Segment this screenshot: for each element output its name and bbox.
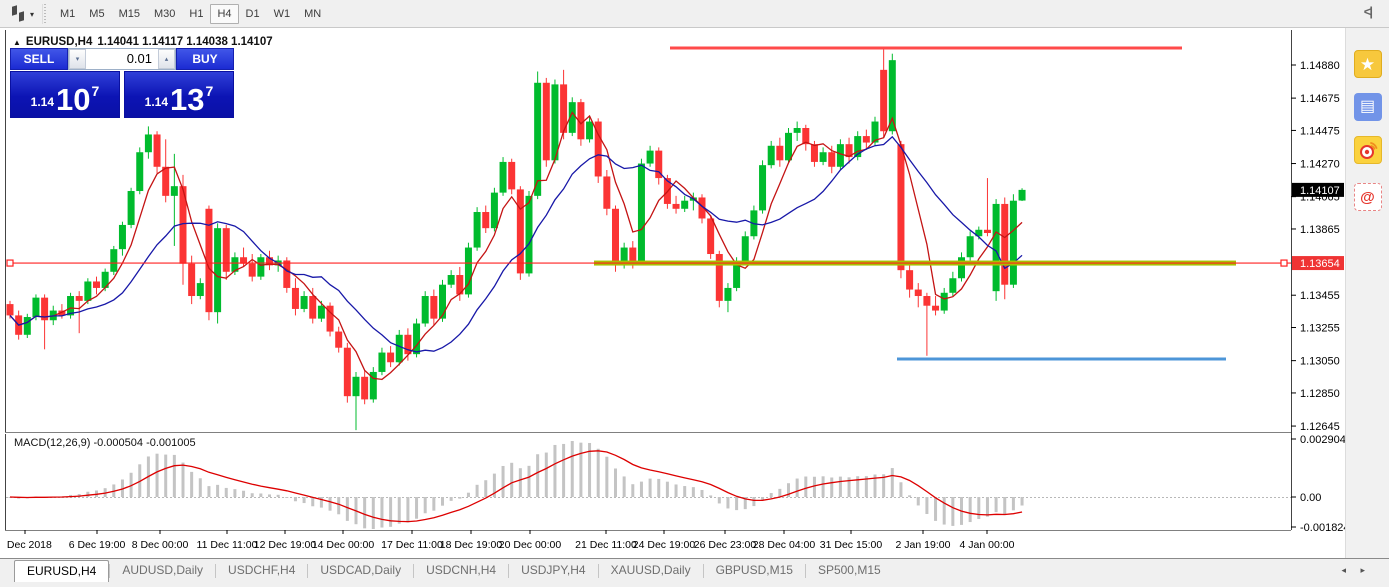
chart-title: ▲ EURUSD,H4 1.14041 1.14117 1.14038 1.14… xyxy=(13,36,273,48)
svg-text:24 Dec 19:00: 24 Dec 19:00 xyxy=(633,539,696,551)
volume-spinner: ▾ 0.01 ▴ xyxy=(68,48,176,70)
svg-text:18 Dec 19:00: 18 Dec 19:00 xyxy=(440,539,503,551)
bid-price-pip: 7 xyxy=(92,83,100,99)
chevron-down-icon: ▾ xyxy=(30,10,34,19)
svg-text:1.14270: 1.14270 xyxy=(1300,159,1340,171)
chart-tabs: EURUSD,H4AUDUSD,DailyUSDCHF,H4USDCAD,Dai… xyxy=(14,560,893,582)
ask-price-prefix: 1.14 xyxy=(145,95,168,109)
macd-signal-line xyxy=(10,451,1022,522)
svg-text:2 Jan 19:00: 2 Jan 19:00 xyxy=(896,539,951,551)
svg-text:12 Dec 19:00: 12 Dec 19:00 xyxy=(254,539,317,551)
mt4-terminal: ▾ M1M5M15M30H1H4D1W1MN <| 1.14880 1.14675… xyxy=(0,0,1389,587)
volume-increase-button[interactable]: ▴ xyxy=(158,49,175,69)
timeframe-toolbar: ▾ M1M5M15M30H1H4D1W1MN <| xyxy=(0,0,1389,28)
chart-tab-xauusd-daily[interactable]: XAUUSD,Daily xyxy=(599,560,703,582)
timeframe-button-h1[interactable]: H1 xyxy=(182,4,210,24)
chart-tab-audusd-daily[interactable]: AUDUSD,Daily xyxy=(110,560,215,582)
svg-text:1.14675: 1.14675 xyxy=(1300,93,1340,105)
chart-symbol-label: EURUSD,H4 xyxy=(26,36,92,48)
timeframe-button-mn[interactable]: MN xyxy=(297,4,328,24)
bid-price-main: 10 xyxy=(56,87,90,113)
svg-text:1.14880: 1.14880 xyxy=(1300,60,1340,72)
news-icon[interactable]: ▤ xyxy=(1354,93,1382,121)
chart-tab-usdcnh-h4[interactable]: USDCNH,H4 xyxy=(414,560,508,582)
at-glyph: @ xyxy=(1360,190,1375,205)
svg-text:8 Dec 00:00: 8 Dec 00:00 xyxy=(132,539,189,551)
timeframe-buttons: M1M5M15M30H1H4D1W1MN xyxy=(53,4,328,24)
toolbar-grip xyxy=(42,4,47,24)
chart-tab-usdcad-daily[interactable]: USDCAD,Daily xyxy=(308,560,413,582)
svg-text:1.13050: 1.13050 xyxy=(1300,356,1340,368)
buy-button[interactable]: BUY xyxy=(176,48,234,70)
social-sidebar: ★ ▤ @ xyxy=(1345,28,1389,558)
macd-indicator-label: MACD(12,26,9) -0.000504 -0.001005 xyxy=(14,437,196,449)
chart-tab-usdchf-h4[interactable]: USDCHF,H4 xyxy=(216,560,307,582)
svg-text:0.002904: 0.002904 xyxy=(1300,434,1345,446)
macd-axis: 0.002904 0.00 -0.001824 xyxy=(1291,434,1345,534)
timeframe-button-d1[interactable]: D1 xyxy=(239,4,267,24)
ask-price-pip: 7 xyxy=(206,83,214,99)
collapse-panel-icon[interactable]: <| xyxy=(1364,4,1371,19)
weibo-eye-glyph xyxy=(1357,139,1379,161)
svg-text:1.13654: 1.13654 xyxy=(1300,258,1340,270)
chart-ohlc-values: 1.14041 1.14117 1.14038 1.14107 xyxy=(97,36,272,48)
timeframe-button-m30[interactable]: M30 xyxy=(147,4,182,24)
svg-text:28 Dec 04:00: 28 Dec 04:00 xyxy=(753,539,816,551)
svg-text:-0.001824: -0.001824 xyxy=(1300,522,1345,534)
newspaper-glyph: ▤ xyxy=(1360,99,1375,115)
timeframe-button-w1[interactable]: W1 xyxy=(267,4,298,24)
svg-text:20 Dec 00:00: 20 Dec 00:00 xyxy=(499,539,562,551)
bid-price-prefix: 1.14 xyxy=(31,95,54,109)
timeframe-button-h4[interactable]: H4 xyxy=(210,4,238,24)
symbol-marker-icon: ▲ xyxy=(13,38,21,47)
timeframe-button-m1[interactable]: M1 xyxy=(53,4,82,24)
svg-text:17 Dec 11:00: 17 Dec 11:00 xyxy=(381,539,443,551)
svg-text:1.13255: 1.13255 xyxy=(1300,323,1340,335)
tab-scroll-arrows[interactable]: ◂ ▸ xyxy=(1341,565,1371,576)
price-axis: 1.148801.146751.144751.142701.140651.138… xyxy=(1291,60,1344,433)
favorites-star-icon[interactable]: ★ xyxy=(1354,50,1382,78)
candle-glyph xyxy=(19,11,24,22)
chart-tab-usdjpy-h4[interactable]: USDJPY,H4 xyxy=(509,560,597,582)
chart-switch-icon[interactable]: ▾ xyxy=(8,4,34,24)
svg-text:11 Dec 11:00: 11 Dec 11:00 xyxy=(197,539,258,551)
svg-text:1.12645: 1.12645 xyxy=(1300,421,1340,433)
one-click-trading-panel: SELL ▾ 0.01 ▴ BUY 1.14 10 7 1.14 13 7 xyxy=(10,48,234,118)
chart-tab-bar: EURUSD,H4AUDUSD,DailyUSDCHF,H4USDCAD,Dai… xyxy=(0,558,1389,587)
chart-tab-gbpusd-m15[interactable]: GBPUSD,M15 xyxy=(704,560,805,582)
volume-input[interactable]: 0.01 xyxy=(86,49,158,69)
ask-quote-button[interactable]: 1.14 13 7 xyxy=(124,71,234,118)
weibo-icon[interactable] xyxy=(1354,136,1382,164)
svg-text:1.14107: 1.14107 xyxy=(1300,185,1340,197)
timeframe-button-m5[interactable]: M5 xyxy=(82,4,111,24)
email-at-icon[interactable]: @ xyxy=(1354,183,1382,211)
star-glyph: ★ xyxy=(1360,56,1375,73)
timeframe-button-m15[interactable]: M15 xyxy=(112,4,147,24)
svg-text:1.13865: 1.13865 xyxy=(1300,224,1340,236)
sell-button[interactable]: SELL xyxy=(10,48,68,70)
svg-text:14 Dec 00:00: 14 Dec 00:00 xyxy=(312,539,375,551)
svg-text:5 Dec 2018: 5 Dec 2018 xyxy=(5,539,52,551)
chart-tab-eurusd-h4[interactable]: EURUSD,H4 xyxy=(14,560,109,582)
svg-text:21 Dec 11:00: 21 Dec 11:00 xyxy=(575,539,637,551)
svg-text:31 Dec 15:00: 31 Dec 15:00 xyxy=(820,539,883,551)
volume-decrease-button[interactable]: ▾ xyxy=(69,49,86,69)
candle-glyph xyxy=(12,5,17,16)
svg-text:4 Jan 00:00: 4 Jan 00:00 xyxy=(960,539,1015,551)
svg-text:1.12850: 1.12850 xyxy=(1300,388,1340,400)
svg-text:6 Dec 19:00: 6 Dec 19:00 xyxy=(69,539,126,551)
moving-averages xyxy=(10,113,1022,380)
time-axis: 5 Dec 2018 6 Dec 19:00 8 Dec 00:00 11 Dec 1… xyxy=(5,530,1015,551)
ask-price-main: 13 xyxy=(170,87,204,113)
macd-histogram xyxy=(9,441,1024,529)
svg-text:1.14475: 1.14475 xyxy=(1300,125,1340,137)
chart-window: 1.148801.146751.144751.142701.140651.138… xyxy=(5,30,1345,556)
chart-tab-sp500-m15[interactable]: SP500,M15 xyxy=(806,560,893,582)
svg-text:26 Dec 23:00: 26 Dec 23:00 xyxy=(694,539,757,551)
svg-text:1.13455: 1.13455 xyxy=(1300,290,1340,302)
svg-text:0.00: 0.00 xyxy=(1300,492,1321,504)
bid-quote-button[interactable]: 1.14 10 7 xyxy=(10,71,120,118)
